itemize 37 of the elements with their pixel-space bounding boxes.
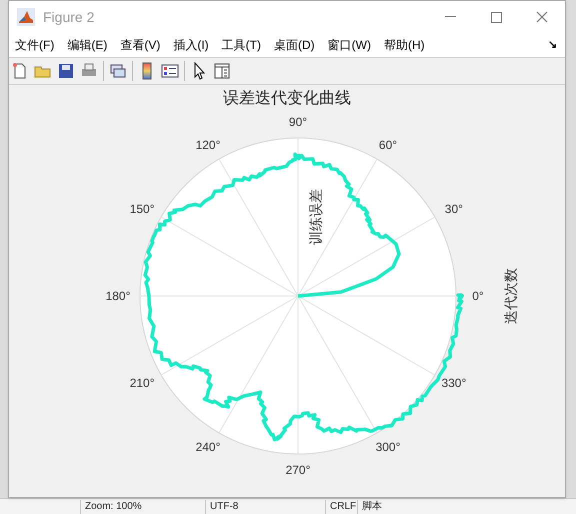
status-text: CRLF	[325, 500, 357, 514]
plot-title: 误差迭代变化曲线	[223, 88, 351, 109]
close-icon	[536, 11, 548, 23]
angle-label: 150°	[130, 201, 155, 218]
menu-item[interactable]: 编辑(E)	[67, 36, 108, 54]
menu-item[interactable]: 帮助(H)	[384, 36, 425, 54]
menu-item[interactable]: 窗口(W)	[328, 36, 371, 54]
menu-item[interactable]: 插入(I)	[173, 36, 209, 54]
status-text: 脚本	[357, 500, 397, 514]
iteration-axis-label: 迭代次数	[502, 268, 520, 324]
status-text: UTF-8	[205, 500, 325, 514]
angle-label: 60°	[378, 137, 398, 154]
menu-item[interactable]: 工具(T)	[222, 36, 261, 54]
status-text: Zoom: 100%	[80, 500, 205, 514]
angle-label: 300°	[376, 438, 400, 456]
menu-item[interactable]: 文件(F)	[15, 36, 54, 54]
maximize-icon	[490, 12, 502, 22]
property-panel-icon[interactable]	[213, 62, 231, 80]
angle-label: 240°	[196, 438, 220, 456]
peak-logo-icon	[17, 8, 35, 26]
window-title: Figure 2	[43, 8, 94, 27]
angle-label: 270°	[286, 462, 310, 479]
angle-label: 330°	[441, 375, 466, 392]
menu-corner-arrow[interactable]: ↘	[548, 36, 557, 54]
legend-icon[interactable]	[161, 62, 179, 80]
angle-label: 0°	[472, 288, 484, 305]
angle-label: 30°	[444, 201, 463, 218]
menu-item[interactable]: 查看(V)	[120, 36, 160, 54]
menu-item[interactable]: 桌面(D)	[274, 36, 315, 54]
r-axis-label: 训练误差	[306, 189, 324, 245]
angle-label: 180°	[106, 288, 130, 305]
angle-label: 90°	[288, 114, 308, 131]
linked-windows-icon[interactable]	[109, 62, 127, 80]
save-icon[interactable]	[57, 62, 75, 80]
angle-label: 210°	[130, 375, 155, 392]
angle-label: 120°	[196, 137, 220, 154]
minimize-icon	[444, 16, 456, 18]
